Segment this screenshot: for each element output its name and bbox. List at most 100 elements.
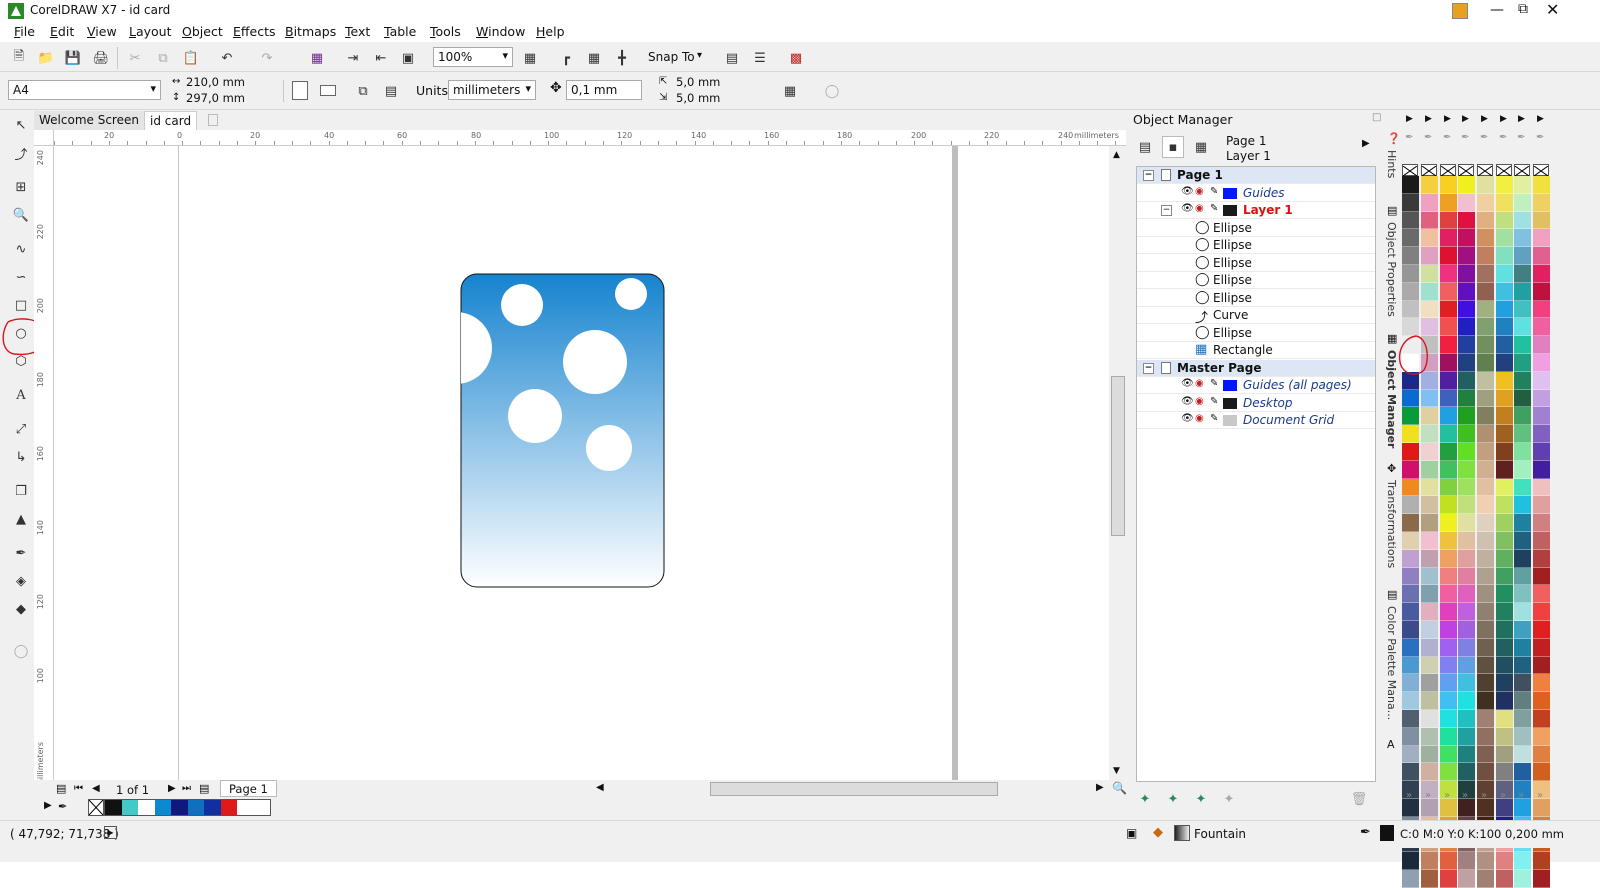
undo-icon[interactable]: ↶ — [216, 47, 238, 69]
ruler-origin[interactable] — [34, 130, 54, 146]
palette-color-swatch[interactable] — [1440, 336, 1457, 354]
show-rulers-icon[interactable]: ┏ — [555, 47, 577, 69]
palette-color-swatch[interactable] — [1458, 763, 1475, 782]
palette-color-swatch[interactable] — [1402, 709, 1419, 728]
palette-scroll-up-icon[interactable]: ▶ — [1481, 114, 1488, 124]
palette-color-swatch[interactable] — [1496, 674, 1513, 693]
palette-scroll-up-icon[interactable]: ▶ — [1462, 114, 1469, 124]
freehand-tool-icon[interactable]: ∿ — [10, 238, 32, 260]
palette-color-swatch[interactable] — [1533, 336, 1550, 354]
palette-color-swatch[interactable] — [1458, 211, 1475, 230]
palette-color-swatch[interactable] — [1514, 318, 1531, 337]
palette-color-swatch[interactable] — [1440, 229, 1457, 248]
units-select[interactable]: millimeters — [448, 80, 536, 100]
palette-color-swatch[interactable] — [1402, 264, 1419, 283]
palette-color-swatch[interactable] — [1440, 585, 1457, 604]
palette-color-swatch[interactable] — [1440, 176, 1457, 194]
print-icon[interactable]: ◉ — [1195, 396, 1204, 407]
palette-color-swatch[interactable] — [1458, 852, 1475, 871]
palette-color-swatch[interactable] — [1533, 852, 1550, 871]
palette-color-swatch[interactable] — [1533, 531, 1550, 550]
palette-color-swatch[interactable] — [1533, 603, 1550, 621]
palette-color-swatch[interactable] — [1514, 745, 1531, 764]
palette-color-swatch[interactable] — [1496, 549, 1513, 568]
first-page-icon[interactable]: ⏮ — [74, 783, 83, 794]
parallel-dimension-icon[interactable]: ⤢ — [10, 418, 32, 440]
palette-color-swatch[interactable] — [1402, 389, 1419, 408]
page-tab[interactable]: Page 1 — [220, 780, 277, 797]
menu-view[interactable]: View — [87, 24, 117, 39]
pick-tool-icon[interactable]: ↖ — [10, 114, 32, 136]
palette-color-swatch[interactable] — [1496, 442, 1513, 461]
docker-tab-hints[interactable]: Hints — [1385, 150, 1398, 178]
welcome-screen-icon[interactable]: ▩ — [785, 47, 807, 69]
palette-color-swatch[interactable] — [1402, 282, 1419, 301]
palette-color-swatch[interactable] — [1496, 798, 1513, 817]
palette-color-swatch[interactable] — [1477, 656, 1494, 675]
publish-pdf-icon[interactable]: ▣ — [397, 47, 419, 69]
palette-color-swatch[interactable] — [1496, 603, 1513, 621]
palette-color-swatch[interactable] — [1496, 336, 1513, 354]
palette-no-color-swatch[interactable] — [1458, 164, 1474, 177]
document-color-swatch[interactable] — [154, 800, 171, 815]
tree-layer-12[interactable]: 👁 ◉ ✎ Guides (all pages) — [1137, 377, 1375, 394]
palette-color-swatch[interactable] — [1533, 798, 1550, 817]
palette-color-swatch[interactable] — [1421, 674, 1438, 693]
menu-text[interactable]: Text — [345, 24, 370, 39]
palette-color-swatch[interactable] — [1477, 638, 1494, 657]
palette-expand-icon[interactable]: » — [1518, 790, 1524, 801]
palette-color-swatch[interactable] — [1514, 353, 1531, 372]
page-height-field[interactable]: 297,0 mm — [184, 91, 258, 107]
treat-as-filled-icon[interactable]: ▦ — [779, 80, 801, 102]
palette-color-swatch[interactable] — [1402, 549, 1419, 568]
palette-color-swatch[interactable] — [1458, 531, 1475, 550]
palette-color-swatch[interactable] — [1421, 264, 1438, 283]
layer-color-swatch[interactable] — [1223, 187, 1237, 199]
eye-icon[interactable]: 👁 — [1181, 396, 1194, 407]
palette-no-color-swatch[interactable] — [1402, 164, 1418, 177]
prev-page-icon[interactable]: ◀ — [92, 783, 100, 794]
landscape-button[interactable] — [320, 85, 336, 96]
palette-eyedropper-icon[interactable]: ✒ — [1443, 132, 1451, 143]
palette-color-swatch[interactable] — [1496, 389, 1513, 408]
palette-expand-icon[interactable]: » — [1425, 790, 1431, 801]
palette-color-swatch[interactable] — [1402, 211, 1419, 230]
tab-welcome-screen[interactable]: Welcome Screen — [34, 111, 144, 130]
vertical-ruler[interactable]: 240 220 200 180 160 140 120 100 millimeters — [34, 146, 54, 780]
tree-object-8[interactable]: ⤴ Curve — [1137, 307, 1375, 326]
palette-color-swatch[interactable] — [1458, 318, 1475, 337]
palette-color-swatch[interactable] — [1477, 496, 1494, 515]
new-master-layer-odd-icon[interactable]: ✦ — [1190, 788, 1212, 810]
palette-color-swatch[interactable] — [1496, 478, 1513, 497]
palette-color-swatch[interactable] — [1477, 549, 1494, 568]
palette-arrow-icon[interactable]: ▶ — [44, 800, 52, 811]
palette-color-swatch[interactable] — [1533, 478, 1550, 497]
save-icon[interactable]: 💾 — [62, 47, 84, 69]
print-icon[interactable]: ◉ — [1195, 378, 1204, 389]
palette-color-swatch[interactable] — [1514, 763, 1531, 782]
cut-icon[interactable]: ✂ — [124, 47, 146, 69]
tree-object-5[interactable]: ◯ Ellipse — [1137, 255, 1375, 272]
layer-color-swatch[interactable] — [1223, 397, 1237, 409]
palette-color-swatch[interactable] — [1496, 745, 1513, 764]
palette-color-swatch[interactable] — [1421, 460, 1438, 479]
palette-color-swatch[interactable] — [1496, 229, 1513, 248]
palette-color-swatch[interactable] — [1458, 745, 1475, 764]
palette-color-swatch[interactable] — [1514, 371, 1531, 390]
palette-color-swatch[interactable] — [1458, 300, 1475, 319]
palette-color-swatch[interactable] — [1440, 692, 1457, 710]
palette-color-swatch[interactable] — [1477, 460, 1494, 479]
palette-color-swatch[interactable] — [1440, 603, 1457, 621]
palette-no-color-swatch[interactable] — [1477, 164, 1493, 177]
palette-color-swatch[interactable] — [1421, 763, 1438, 782]
palette-color-swatch[interactable] — [1477, 425, 1494, 443]
palette-color-swatch[interactable] — [1402, 229, 1419, 248]
palette-color-swatch[interactable] — [1477, 674, 1494, 693]
palette-color-swatch[interactable] — [1402, 193, 1419, 212]
scroll-down-icon[interactable]: ▼ — [1113, 766, 1120, 776]
palette-color-swatch[interactable] — [1458, 709, 1475, 728]
palette-color-swatch[interactable] — [1477, 852, 1494, 871]
palette-color-swatch[interactable] — [1514, 460, 1531, 479]
palette-color-swatch[interactable] — [1458, 176, 1475, 194]
document-color-swatch[interactable] — [187, 800, 204, 815]
